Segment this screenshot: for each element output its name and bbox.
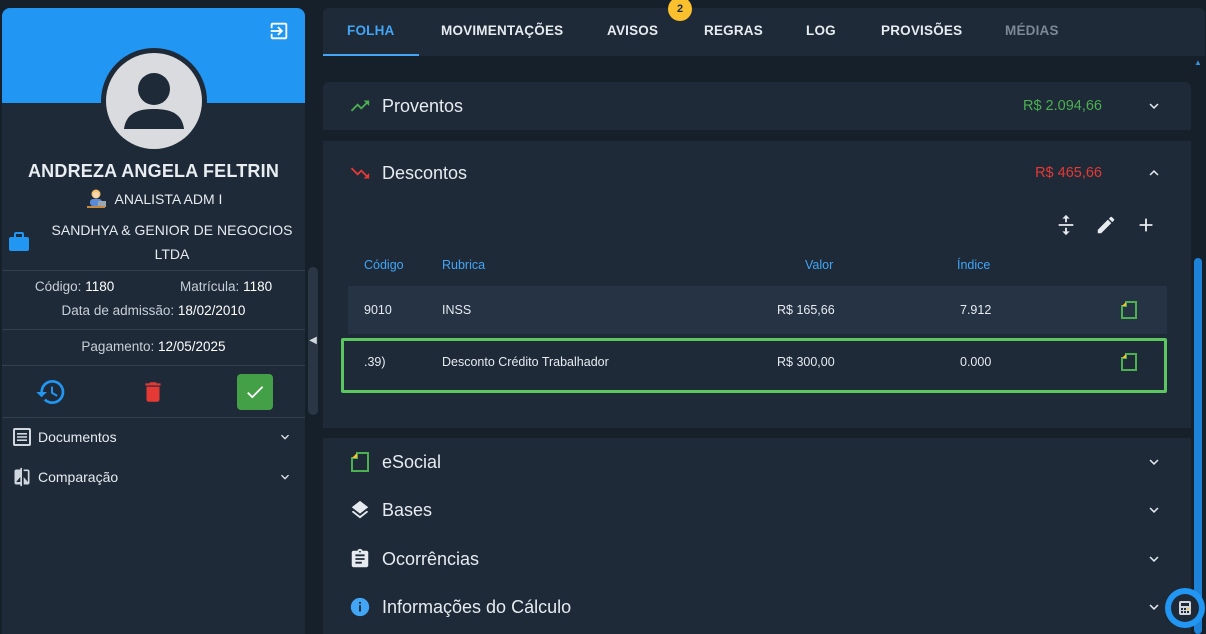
collapse-left-icon[interactable]: ◀ [308,334,318,348]
matricula-value: 1180 [243,279,273,294]
chevron-down-icon [277,429,293,445]
check-icon [247,386,264,399]
scroll-up-arrow[interactable]: ▲ [1193,58,1203,68]
col-indice: Índice [957,258,991,272]
pagamento-value: 12/05/2025 [158,339,226,354]
employee-role: ANALISTA ADM I [114,191,223,207]
trash-icon [145,382,161,402]
tab-movimentacoes[interactable]: MOVIMENTAÇÕES [441,8,563,56]
codes-row: Código: 1180 Matrícula: 1180 [2,279,305,294]
person-icon [124,73,184,129]
confirm-button[interactable] [237,374,273,410]
esocial-icon[interactable] [1118,299,1140,321]
logout-icon[interactable] [268,20,290,42]
pagamento-info: Pagamento: 12/05/2025 [81,339,226,354]
descontos-title: Descontos [382,162,468,183]
delete-button[interactable] [135,374,171,410]
tab-provisoes[interactable]: PROVISÕES [881,8,962,56]
restore-icon [36,380,65,404]
esocial-header[interactable]: eSocial [323,438,1191,486]
floating-action-button[interactable] [1165,588,1205,628]
trending-up-icon [349,95,371,117]
proventos-header[interactable]: Proventos R$ 2.094,66 [323,82,1191,130]
sidebar-item-comparacao[interactable]: Comparação [2,459,305,495]
chevron-down-icon[interactable] [1145,550,1163,568]
chevron-down-icon[interactable] [1145,97,1163,115]
divider [2,270,305,271]
employee-name: ANDREZA ANGELA FELTRIN [27,161,280,181]
chevron-down-icon[interactable] [1145,598,1163,616]
document-list-icon [12,427,32,447]
cell-indice: 7.912 [960,303,992,317]
avatar [101,48,207,154]
sidebar-item-label: Comparação [38,469,119,485]
esocial-icon [349,451,371,473]
admissao-value: 18/02/2010 [177,303,246,318]
avisos-badge: 2 [668,0,692,21]
edit-icon[interactable] [1095,214,1117,236]
esocial-title: eSocial [382,451,442,472]
cell-valor: R$ 165,66 [777,303,835,317]
selection-highlight [341,338,1167,393]
bases-header[interactable]: Bases [323,486,1191,534]
chevron-down-icon[interactable] [1145,453,1163,471]
cell-codigo: 9010 [364,303,392,317]
bases-title: Bases [382,499,433,520]
employee-panel: ANDREZA ANGELA FELTRIN ANALISTA ADM I SA… [2,8,305,634]
codigo-info: Código: 1180 [34,279,115,294]
office-worker-icon [85,188,107,210]
descontos-header[interactable]: Descontos R$ 465,66 [323,149,1191,197]
divider [2,417,305,418]
chevron-up-icon[interactable] [1145,164,1163,182]
compare-icon [12,467,32,487]
divider [2,365,305,366]
tab-regras[interactable]: REGRAS [704,8,763,56]
add-icon[interactable] [1135,214,1157,236]
layers-icon [349,499,371,521]
briefcase-icon [8,232,30,252]
sidebar-item-label: Documentos [38,429,117,445]
company-name: SANDHYA & GENIOR DE NEGOCIOS LTDA [51,222,293,262]
tab-log[interactable]: LOG [806,8,836,56]
proventos-title: Proventos [382,95,464,116]
ocorrencias-header[interactable]: Ocorrências [323,535,1191,583]
restore-button[interactable] [33,374,69,410]
trending-down-icon [349,162,371,184]
clipboard-icon [349,548,371,570]
informacoes-title: Informações do Cálculo [382,596,572,617]
employee-role-row: ANALISTA ADM I [2,188,305,210]
informacoes-header[interactable]: Informações do Cálculo [323,583,1191,631]
cell-rubrica: INSS [442,303,472,317]
scrollbar-thumb[interactable] [1194,258,1202,634]
sidebar-item-documentos[interactable]: Documentos [2,419,305,455]
codigo-value: 1180 [85,279,115,294]
chevron-down-icon [277,469,293,485]
table-row[interactable]: 9010 INSS R$ 165,66 7.912 [348,286,1167,334]
col-valor: Valor [805,258,834,272]
proventos-amount: R$ 2.094,66 [1022,98,1102,114]
tab-avisos[interactable]: AVISOS [607,8,658,56]
matricula-info: Matrícula: 1180 [180,279,273,294]
lower-panels: eSocial Bases Ocorrências Informações do… [323,438,1191,634]
info-icon [349,596,371,618]
calculator-icon [1179,601,1191,615]
admissao-info: Data de admissão: 18/02/2010 [61,303,246,318]
col-codigo: Código [364,258,404,272]
tab-medias: MÉDIAS [1005,23,1059,38]
tab-folha[interactable]: FOLHA [323,8,418,56]
divider [2,329,305,330]
table-header: Código Rubrica Valor Índice [348,254,1167,278]
col-rubrica: Rubrica [442,258,486,272]
chevron-down-icon[interactable] [1145,501,1163,519]
expand-rows-icon[interactable] [1055,214,1077,236]
tab-bar: FOLHA MOVIMENTAÇÕES AVISOS 2 REGRAS LOG … [323,0,1205,56]
ocorrencias-title: Ocorrências [382,548,480,569]
proventos-panel: Proventos R$ 2.094,66 [323,82,1191,130]
action-bar [2,372,305,412]
descontos-amount: R$ 465,66 [1035,165,1102,181]
